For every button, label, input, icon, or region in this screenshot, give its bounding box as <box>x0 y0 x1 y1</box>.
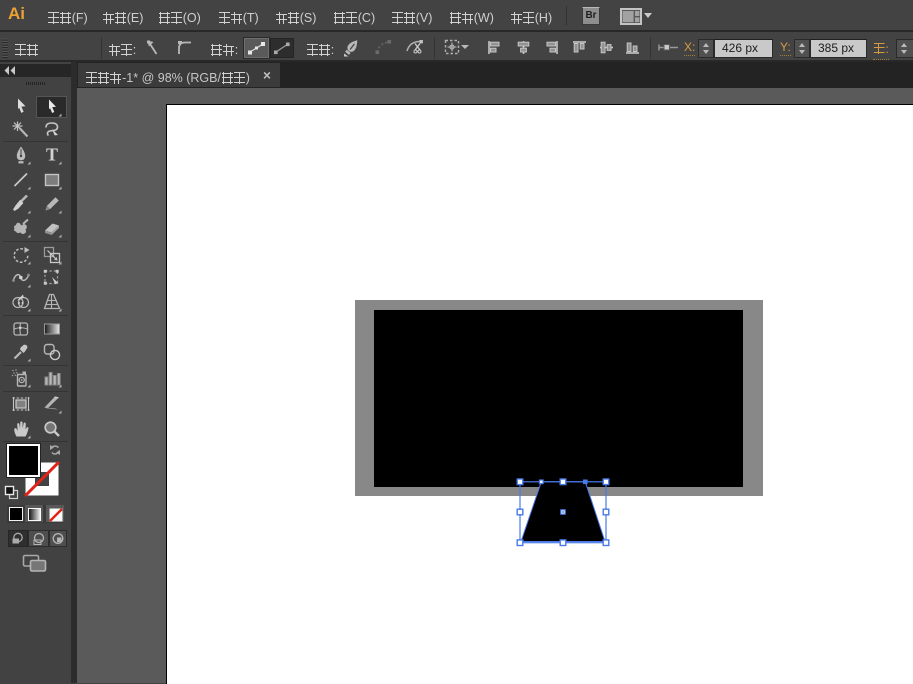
svg-text:T: T <box>46 145 58 165</box>
